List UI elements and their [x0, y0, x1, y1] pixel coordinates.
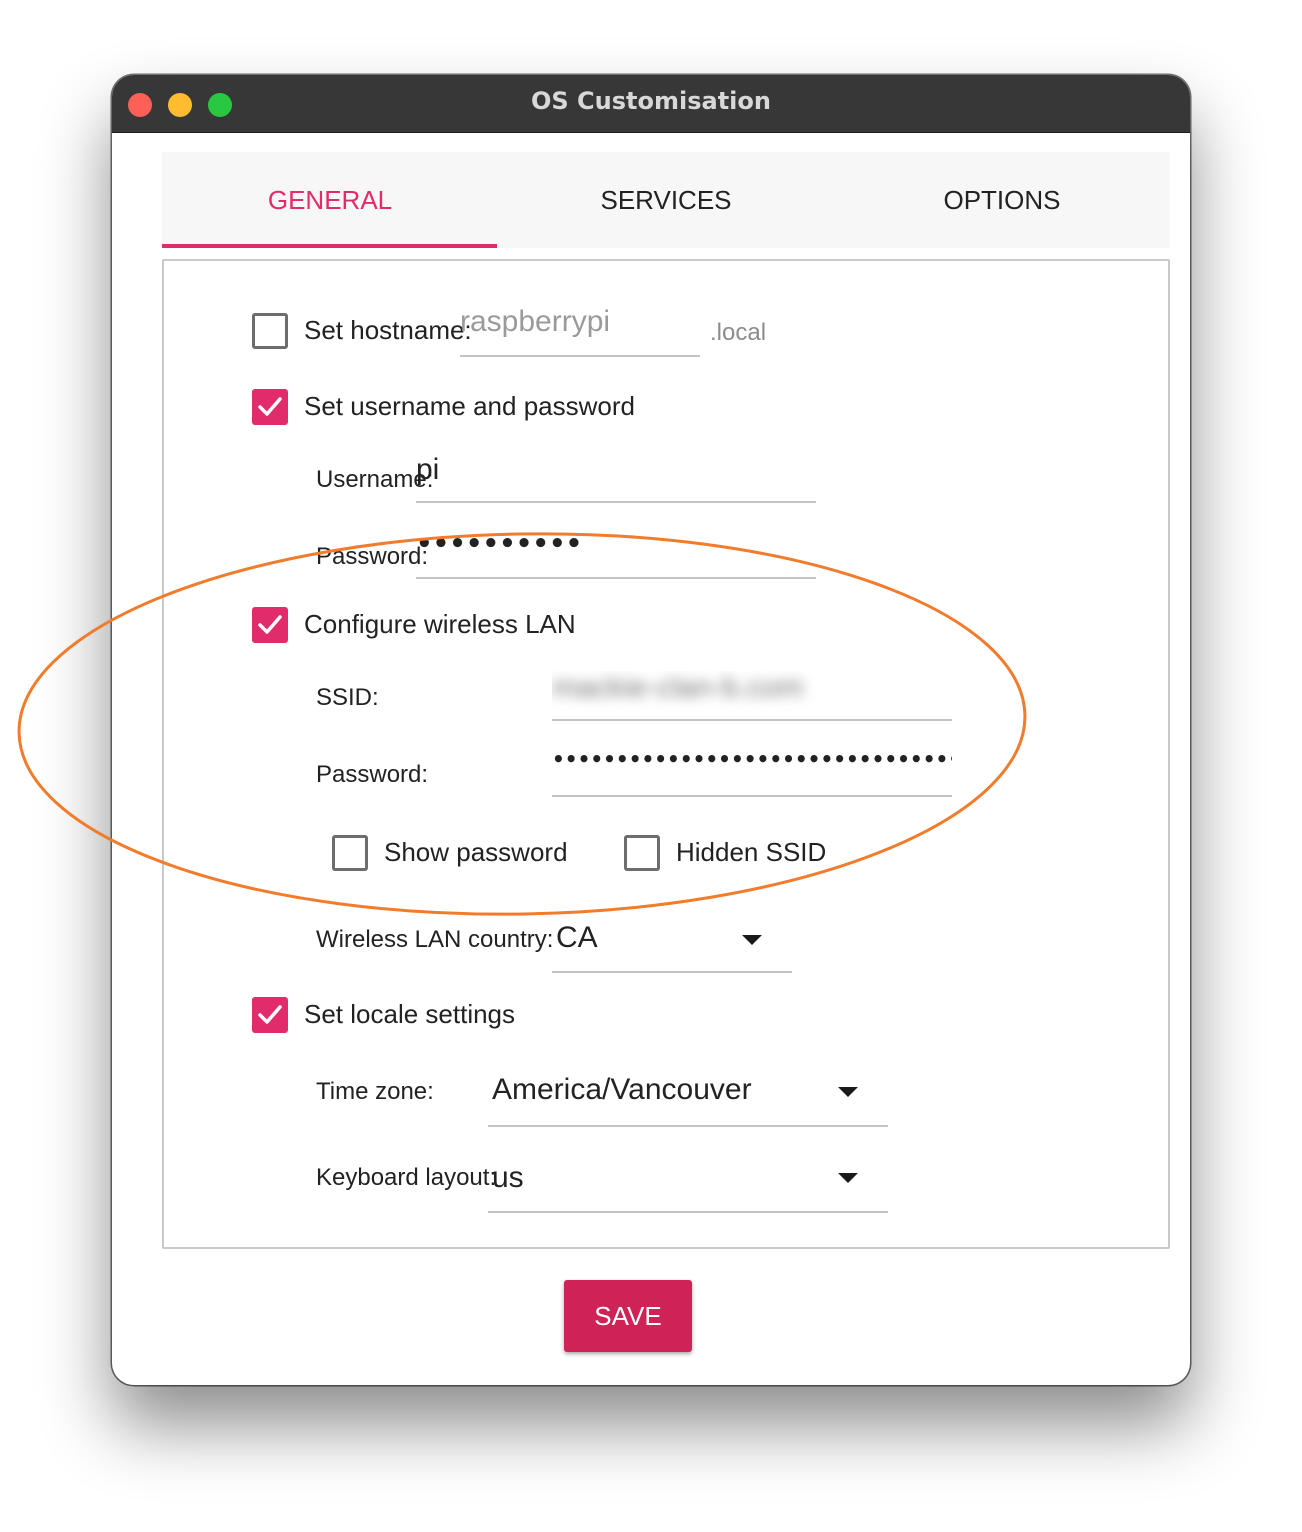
wireless-lan-country-label: Wireless LAN country:: [316, 926, 554, 953]
user-password-input[interactable]: ••••••••••: [416, 529, 816, 579]
keyboard-layout-select[interactable]: us: [488, 1157, 888, 1213]
wireless-lan-country-select[interactable]: CA: [552, 919, 792, 973]
os-customisation-window: OS Customisation GENERAL SERVICES OPTION…: [112, 75, 1190, 1385]
set-hostname-checkbox[interactable]: [252, 313, 288, 349]
hidden-ssid-checkbox[interactable]: [624, 835, 660, 871]
checkmark-icon: [258, 397, 282, 416]
active-tab-indicator: [162, 244, 497, 248]
user-password-label: Password:: [316, 543, 429, 570]
time-zone-label: Time zone:: [316, 1078, 434, 1105]
tab-general[interactable]: GENERAL: [162, 152, 498, 248]
hostname-suffix: .local: [710, 319, 767, 346]
hostname-input[interactable]: raspberrypi: [460, 305, 700, 357]
set-username-password-label: Set username and password: [304, 391, 635, 421]
show-password-label: Show password: [384, 837, 568, 867]
set-hostname-label: Set hostname:: [304, 315, 472, 345]
configure-wireless-lan-label: Configure wireless LAN: [304, 609, 576, 639]
caret-down-icon: [742, 935, 762, 945]
username-input[interactable]: pi: [416, 453, 816, 503]
wifi-password-input[interactable]: ••••••••••••••••••••••••••••••••••••••••: [552, 747, 952, 797]
caret-down-icon: [838, 1087, 858, 1097]
set-username-password-checkbox[interactable]: [252, 389, 288, 425]
hidden-ssid-label: Hidden SSID: [676, 837, 827, 867]
time-zone-select[interactable]: America/Vancouver: [488, 1071, 888, 1127]
keyboard-layout-value: us: [492, 1161, 524, 1194]
keyboard-layout-label: Keyboard layout:: [316, 1164, 497, 1191]
tab-services[interactable]: SERVICES: [498, 152, 834, 248]
set-locale-settings-label: Set locale settings: [304, 999, 516, 1029]
title-bar: OS Customisation: [112, 75, 1190, 133]
save-button[interactable]: SAVE: [564, 1280, 692, 1352]
configure-wireless-lan-checkbox[interactable]: [252, 607, 288, 643]
time-zone-value: America/Vancouver: [492, 1073, 752, 1106]
show-password-checkbox[interactable]: [332, 835, 368, 871]
country-value: CA: [556, 921, 598, 954]
set-locale-settings-checkbox[interactable]: [252, 997, 288, 1033]
caret-down-icon: [838, 1173, 858, 1183]
checkmark-icon: [258, 615, 282, 634]
wifi-password-label: Password:: [316, 761, 429, 788]
ssid-value: mackie-clan-b.com: [552, 671, 804, 704]
ssid-input[interactable]: mackie-clan-b.com: [552, 671, 952, 721]
tab-bar: GENERAL SERVICES OPTIONS: [162, 152, 1170, 248]
checkmark-icon: [258, 1005, 282, 1024]
window-title: OS Customisation: [531, 87, 771, 115]
ssid-label: SSID:: [316, 684, 379, 711]
general-settings-panel: Set hostname: raspberrypi .local Set use…: [162, 259, 1170, 1249]
tab-options[interactable]: OPTIONS: [834, 152, 1170, 248]
